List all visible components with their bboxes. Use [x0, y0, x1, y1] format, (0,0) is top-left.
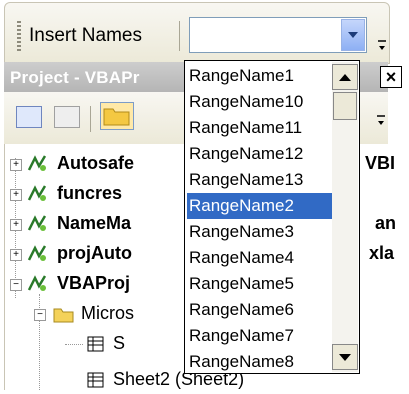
sheet-icon: [87, 336, 104, 352]
dropdown-item[interactable]: RangeName12: [187, 141, 333, 167]
tree-line: [65, 344, 83, 345]
dropdown-item[interactable]: RangeName4: [187, 245, 333, 271]
expand-icon[interactable]: +: [10, 249, 22, 261]
dropdown-item[interactable]: RangeName1: [187, 63, 333, 89]
vba-project-icon: [27, 155, 47, 171]
tree-row-label: Micros: [81, 303, 134, 323]
view-code-icon[interactable]: [16, 106, 42, 128]
toolbar-separator: [90, 106, 91, 132]
view-object-icon[interactable]: [54, 106, 80, 128]
expand-icon[interactable]: +: [10, 189, 22, 201]
dropdown-item[interactable]: RangeName7: [187, 323, 333, 349]
sheet-icon: [87, 372, 104, 388]
dropdown-item[interactable]: RangeName3: [187, 219, 333, 245]
dropdown-item[interactable]: RangeName8: [187, 349, 333, 373]
expand-icon[interactable]: +: [10, 219, 22, 231]
tree-row-label: Autosafe: [57, 153, 135, 173]
dropdown-item-selected[interactable]: RangeName2: [187, 193, 333, 219]
tree-row-label: S: [113, 333, 126, 353]
tree-row-trail: xla: [369, 243, 395, 263]
toolbar-grip[interactable]: [17, 21, 21, 51]
names-dropdown-list[interactable]: RangeName1 RangeName10 RangeName11 Range…: [184, 60, 360, 374]
insert-names-label: Insert Names: [29, 25, 142, 46]
scroll-up-icon[interactable]: [332, 64, 358, 90]
dropdown-item[interactable]: RangeName11: [187, 115, 333, 141]
vba-project-icon: [27, 275, 47, 291]
collapse-icon[interactable]: −: [10, 279, 22, 291]
tree-row-label: NameMa: [57, 213, 132, 233]
toggle-folders-icon[interactable]: [100, 102, 134, 130]
vba-project-icon: [27, 245, 47, 261]
tree-row-label: funcres: [57, 183, 123, 203]
vba-project-icon: [27, 185, 47, 201]
tree-row-label: projAuto: [57, 243, 132, 263]
dropdown-item[interactable]: RangeName6: [187, 297, 333, 323]
collapse-icon[interactable]: −: [34, 309, 46, 321]
folder-icon: [53, 308, 74, 323]
close-icon[interactable]: ×: [380, 66, 402, 88]
tree-row-trail: VBI: [365, 153, 396, 173]
toolbar-options-icon[interactable]: [377, 39, 387, 53]
names-combobox[interactable]: [189, 17, 367, 53]
scroll-down-icon[interactable]: [332, 344, 358, 370]
tree-row-label: VBAProj: [57, 273, 131, 293]
scroll-thumb[interactable]: [333, 92, 357, 120]
dropdown-item[interactable]: RangeName5: [187, 271, 333, 297]
dropdown-item[interactable]: RangeName10: [187, 89, 333, 115]
dropdown-item[interactable]: RangeName13: [187, 167, 333, 193]
expand-icon[interactable]: +: [10, 159, 22, 171]
toolbar-separator: [179, 21, 180, 51]
dropdown-scrollbar[interactable]: [332, 62, 358, 372]
toolbar-options-icon[interactable]: [376, 114, 386, 128]
vba-project-icon: [27, 215, 47, 231]
tree-row-trail: an: [375, 213, 397, 233]
insert-names-toolbar: Insert Names: [4, 2, 390, 64]
combo-dropdown-button[interactable]: [341, 19, 365, 51]
project-title: Project - VBAPr: [10, 68, 140, 87]
